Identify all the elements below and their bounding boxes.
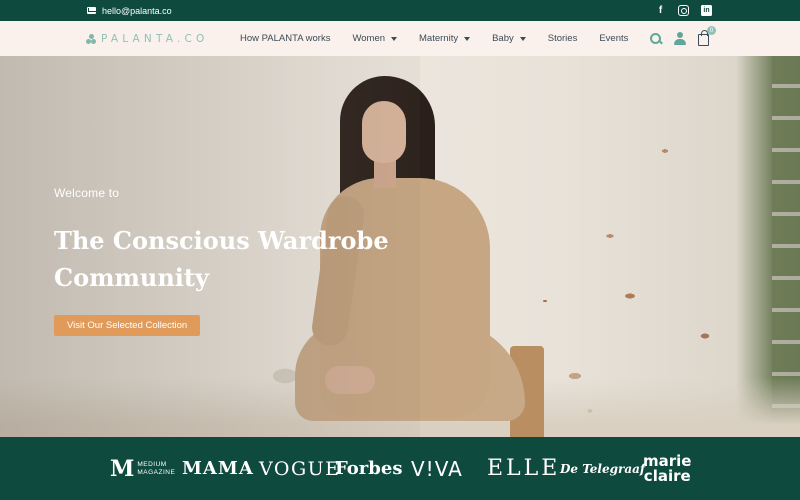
linkedin-icon[interactable]: in [701, 5, 712, 16]
nav-item-women[interactable]: Women [352, 33, 398, 44]
forbes-logo: Forbes [335, 458, 403, 479]
contact-email[interactable]: hello@palanta.co [87, 0, 172, 21]
mama-logo: MAMA [182, 458, 254, 479]
hero-headline-line2: Community [54, 263, 209, 292]
logo-mark-icon [86, 33, 96, 44]
top-bar: hello@palanta.co f in [0, 0, 800, 21]
cart-count-badge: 0 [707, 26, 716, 35]
nav-item-label: Events [599, 33, 629, 44]
nav-actions: 0 [650, 21, 716, 56]
nav-item-how-palanta-works[interactable]: How PALANTA works [240, 33, 330, 44]
nav-item-stories[interactable]: Stories [548, 33, 578, 44]
logo-text: PALANTA.CO [101, 32, 209, 45]
nav-item-maternity[interactable]: Maternity [419, 33, 471, 44]
hero-headline-line1: The Conscious Wardrobe [54, 226, 389, 255]
hero-banner: Welcome to The Conscious Wardrobe Commun… [0, 56, 800, 437]
facebook-icon[interactable]: f [655, 5, 666, 16]
viva-logo: V!VA [411, 456, 463, 481]
main-navigation: PALANTA.CO How PALANTA works Women Mater… [0, 21, 800, 56]
medium-magazine-mark: M [110, 455, 135, 482]
nav-item-baby[interactable]: Baby [492, 33, 526, 44]
vogue-logo: VOGUE [259, 457, 341, 480]
caret-down-icon [464, 36, 471, 41]
marie-claire-line2: claire [643, 466, 691, 485]
medium-magazine-logo: M MEDIUM MAGAZINE [110, 437, 175, 500]
nav-item-label: Stories [547, 33, 578, 44]
caret-down-icon [519, 36, 526, 41]
medium-magazine-text: MEDIUM MAGAZINE [137, 461, 175, 477]
site-logo[interactable]: PALANTA.CO [86, 21, 209, 56]
medium-line2: MAGAZINE [137, 468, 176, 476]
press-logos-bar: M MEDIUM MAGAZINE MAMA VOGUE Forbes V!VA… [0, 437, 800, 500]
hero-headline: The Conscious Wardrobe Community [54, 222, 394, 296]
search-icon[interactable] [650, 32, 662, 45]
medium-line1: MEDIUM [137, 460, 167, 468]
social-links: f in [655, 0, 712, 21]
marie-claire-logo: marie claire [643, 437, 691, 500]
visit-collection-button[interactable]: Visit Our Selected Collection [54, 315, 201, 336]
telegraaf-logo: De Telegraaf [560, 461, 646, 476]
caret-down-icon [391, 36, 398, 41]
nav-item-label: Women [352, 33, 386, 44]
hero-welcome: Welcome to [54, 186, 120, 200]
user-icon[interactable] [674, 32, 686, 45]
elle-logo: ELLE [487, 456, 561, 481]
nav-menu: How PALANTA works Women Maternity Baby S… [240, 21, 650, 56]
instagram-icon[interactable] [678, 5, 689, 16]
contact-email-text[interactable]: hello@palanta.co [102, 6, 172, 16]
mail-icon [87, 7, 96, 14]
nav-item-label: How PALANTA works [240, 33, 331, 44]
nav-item-label: Maternity [419, 33, 459, 44]
shopping-bag-icon[interactable]: 0 [698, 26, 716, 46]
hero-text: Welcome to The Conscious Wardrobe Commun… [54, 186, 394, 336]
nav-item-label: Baby [492, 33, 514, 44]
nav-item-events[interactable]: Events [599, 33, 628, 44]
